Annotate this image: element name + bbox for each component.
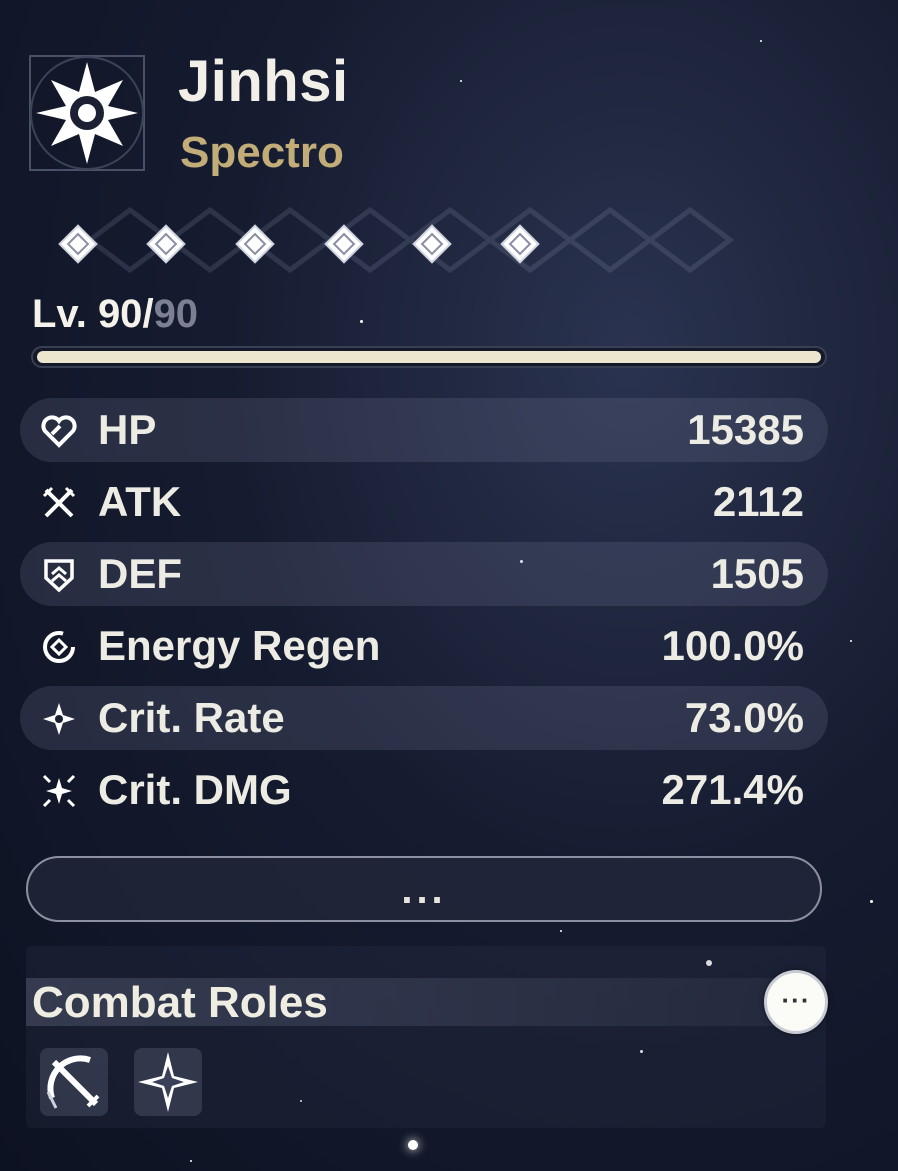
combat-roles-title: Combat Roles <box>32 978 328 1027</box>
stat-row-crit-rate: Crit. Rate 73.0% <box>20 686 828 750</box>
element-badge <box>22 48 152 178</box>
stat-label: DEF <box>98 550 182 597</box>
chain-node-1-icon[interactable] <box>56 222 100 266</box>
level-prefix: Lv. <box>32 292 98 336</box>
more-details-button[interactable]: ... <box>26 856 822 922</box>
stat-label: Crit. Rate <box>98 694 285 741</box>
level-current: 90 <box>97 292 143 336</box>
stat-value: 2112 <box>712 478 804 525</box>
stat-row-hp: HP 15385 <box>20 398 828 462</box>
level-progress-fill <box>37 351 821 363</box>
stat-value: 271.4% <box>661 766 804 813</box>
stat-label: Crit. DMG <box>98 766 292 813</box>
stat-row-crit-dmg: Crit. DMG 271.4% <box>20 758 828 822</box>
spectro-sun-icon <box>29 55 145 171</box>
combat-roles-more-button[interactable]: ··· <box>764 970 828 1034</box>
stat-row-atk: ATK 2112 <box>20 470 828 534</box>
chain-node-4-icon[interactable] <box>322 222 366 266</box>
combat-roles-more-label: ··· <box>781 985 811 1015</box>
stat-label: HP <box>98 406 157 453</box>
combat-role-1[interactable] <box>40 1048 108 1116</box>
stat-value: 100.0% <box>661 622 804 669</box>
crit-rate-icon <box>43 703 75 735</box>
energy-regen-icon <box>43 631 75 663</box>
shield-icon <box>44 559 74 593</box>
chain-node-3-icon[interactable] <box>233 222 277 266</box>
level-progress-bar <box>31 346 827 368</box>
level-max: 90 <box>153 292 199 336</box>
main-dps-blade-icon <box>46 1055 100 1109</box>
crossed-swords-icon <box>42 486 76 518</box>
stat-value: 73.0% <box>684 694 804 741</box>
stat-value: 1505 <box>710 550 804 597</box>
stat-value: 15385 <box>687 406 804 453</box>
level-separator: / <box>142 292 154 336</box>
stat-row-energy-regen: Energy Regen 100.0% <box>20 614 828 678</box>
chain-node-6-icon[interactable] <box>498 222 542 266</box>
chain-node-5-icon[interactable] <box>410 222 454 266</box>
character-element: Spectro <box>180 128 344 177</box>
crit-dmg-icon <box>42 774 76 808</box>
stat-label: Energy Regen <box>98 622 381 669</box>
level-display: Lv. 90/90 <box>32 292 198 337</box>
stat-label: ATK <box>98 478 182 525</box>
character-name: Jinhsi <box>178 49 349 114</box>
combat-role-2[interactable] <box>134 1048 202 1116</box>
more-details-label: ... <box>401 868 447 912</box>
heart-icon <box>41 415 77 448</box>
spectro-star-icon <box>138 1052 198 1112</box>
stat-row-def: DEF 1505 <box>20 542 828 606</box>
chain-node-2-icon[interactable] <box>144 222 188 266</box>
